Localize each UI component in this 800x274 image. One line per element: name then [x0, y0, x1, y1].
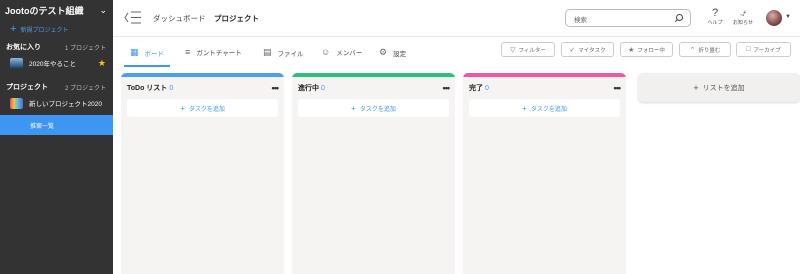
- follow-button[interactable]: ★ フォロー中: [620, 42, 673, 57]
- add-list-button[interactable]: + リストを追加: [638, 73, 800, 102]
- collapse-button[interactable]: ⌃ 折り畳む: [679, 42, 731, 57]
- add-task-label: タスクを追加: [359, 106, 396, 113]
- new-project-label: 新規プロジェクト: [20, 27, 69, 34]
- plus-icon: +: [10, 22, 17, 35]
- sidebar-item-label: 2020年やること: [29, 61, 76, 68]
- folder-icon: □: [746, 46, 751, 53]
- list-header: 進行中 0 •••: [292, 77, 455, 99]
- avatar[interactable]: [766, 10, 782, 26]
- my-task-button[interactable]: ✓ マイタスク: [561, 42, 614, 57]
- top-header: ダッシュボード プロジェクト 検索 ? ヘルプ ⍻ お知らせ ▼: [113, 0, 800, 37]
- sidebar-item-active[interactable]: 推案一覧: [0, 115, 113, 135]
- list-todo: ToDo リスト 0 ••• + タスクを追加: [121, 73, 284, 274]
- chevron-down-icon[interactable]: ⌄: [99, 5, 107, 16]
- tab-settings[interactable]: ⚙ 設定: [379, 47, 406, 58]
- plus-icon: +: [522, 103, 527, 113]
- board-icon: ▦: [130, 47, 139, 57]
- archive-label: アーカイブ: [753, 47, 781, 54]
- sidebar-item-project[interactable]: 新しいプロジェクト2020: [0, 94, 113, 112]
- sidebar: Jootoのテスト組織 ⌄ + 新規プロジェクト お気に入り 1 プロジェクト …: [0, 0, 113, 274]
- search-input[interactable]: 検索: [565, 9, 691, 27]
- new-project-button[interactable]: + 新規プロジェクト: [0, 22, 113, 36]
- add-task-label: タスクを追加: [530, 106, 567, 113]
- search-placeholder: 検索: [574, 17, 587, 24]
- sidebar-item-favorite-project[interactable]: 2020年やること ★: [0, 54, 113, 72]
- breadcrumb-project[interactable]: プロジェクト: [214, 13, 259, 24]
- tab-label: ガントチャート: [196, 50, 242, 57]
- list-title[interactable]: 完了: [469, 85, 483, 92]
- list-count: 0: [169, 85, 174, 92]
- filter-icon: ▽: [510, 46, 516, 54]
- favorites-header: お気に入り 1 プロジェクト: [0, 40, 113, 54]
- help-label: ヘルプ: [707, 20, 723, 26]
- active-tab-indicator: [124, 65, 170, 67]
- add-list-label: リストを追加: [702, 84, 745, 92]
- more-options-icon[interactable]: •••: [272, 83, 280, 93]
- favorites-title: お気に入り: [6, 44, 41, 51]
- list-title[interactable]: 進行中: [298, 85, 319, 92]
- list-in-progress: 進行中 0 ••• + タスクを追加: [292, 73, 455, 274]
- chevron-up-icon: ⌃: [689, 46, 696, 54]
- add-task-button[interactable]: + タスクを追加: [298, 99, 449, 117]
- list-header: ToDo リスト 0 •••: [121, 77, 284, 99]
- bell-icon: ⍻: [739, 7, 747, 19]
- projects-count: 2 プロジェクト: [64, 85, 106, 92]
- tab-gantt[interactable]: ≡ ガントチャート: [185, 47, 242, 57]
- help-button[interactable]: ? ヘルプ: [703, 7, 727, 26]
- filter-label: フィルター: [518, 47, 546, 54]
- list-header: 完了 0 •••: [463, 77, 626, 99]
- member-icon: ☺: [321, 47, 331, 57]
- list-count: 0: [485, 85, 489, 92]
- tab-label: ファイル: [277, 50, 304, 58]
- list-done: 完了 0 ••• + タスクを追加: [463, 73, 626, 274]
- projects-header: プロジェクト 2 プロジェクト: [0, 80, 113, 94]
- gantt-icon: ≡: [185, 47, 191, 57]
- project-thumbnail: [10, 97, 23, 109]
- plus-icon: +: [180, 103, 185, 113]
- add-task-button[interactable]: + タスクを追加: [127, 99, 278, 117]
- archive-button[interactable]: □ アーカイブ: [736, 42, 791, 57]
- file-icon: ▤: [263, 47, 272, 57]
- plus-icon: +: [351, 103, 356, 113]
- tab-label: 設定: [393, 50, 407, 58]
- follow-label: フォロー中: [637, 47, 665, 54]
- projects-title: プロジェクト: [6, 84, 48, 91]
- plus-icon: +: [693, 82, 699, 93]
- star-icon[interactable]: ★: [98, 58, 106, 69]
- project-tabs: ▦ ボード ≡ ガントチャート ▤ ファイル ☺ メンバー ⚙ 設定 ▽ フィル…: [113, 38, 800, 68]
- tab-label: ボード: [144, 50, 165, 58]
- caret-down-icon[interactable]: ▼: [785, 14, 791, 20]
- project-thumbnail: [10, 57, 23, 69]
- add-task-label: タスクを追加: [188, 106, 225, 113]
- notification-button[interactable]: ⍻ お知らせ: [731, 7, 755, 26]
- star-icon: ★: [628, 46, 635, 54]
- more-options-icon[interactable]: •••: [614, 83, 622, 93]
- collapse-label: 折り畳む: [698, 47, 721, 54]
- tab-label: メンバー: [336, 50, 363, 57]
- favorites-count: 1 プロジェクト: [64, 45, 106, 52]
- search-icon[interactable]: [674, 13, 684, 23]
- org-switcher[interactable]: Jootoのテスト組織 ⌄: [0, 2, 113, 19]
- list-count: 0: [321, 85, 325, 92]
- collapse-sidebar-icon[interactable]: [124, 10, 142, 25]
- breadcrumb-dashboard[interactable]: ダッシュボード: [153, 13, 206, 24]
- more-options-icon[interactable]: •••: [443, 83, 451, 93]
- sidebar-item-label: 新しいプロジェクト2020: [29, 101, 102, 108]
- org-name: Jootoのテスト組織: [5, 6, 84, 16]
- filter-button[interactable]: ▽ フィルター: [501, 42, 555, 57]
- my-task-label: マイタスク: [578, 47, 606, 54]
- tab-member[interactable]: ☺ メンバー: [321, 47, 362, 57]
- list-title[interactable]: ToDo リスト: [127, 85, 167, 92]
- check-icon: ✓: [569, 46, 576, 54]
- tab-file[interactable]: ▤ ファイル: [263, 47, 304, 58]
- tab-board[interactable]: ▦ ボード: [130, 47, 164, 58]
- help-icon: ?: [711, 7, 719, 19]
- notification-label: お知らせ: [733, 20, 753, 26]
- gear-icon: ⚙: [379, 47, 388, 57]
- add-task-button[interactable]: + タスクを追加: [469, 99, 620, 117]
